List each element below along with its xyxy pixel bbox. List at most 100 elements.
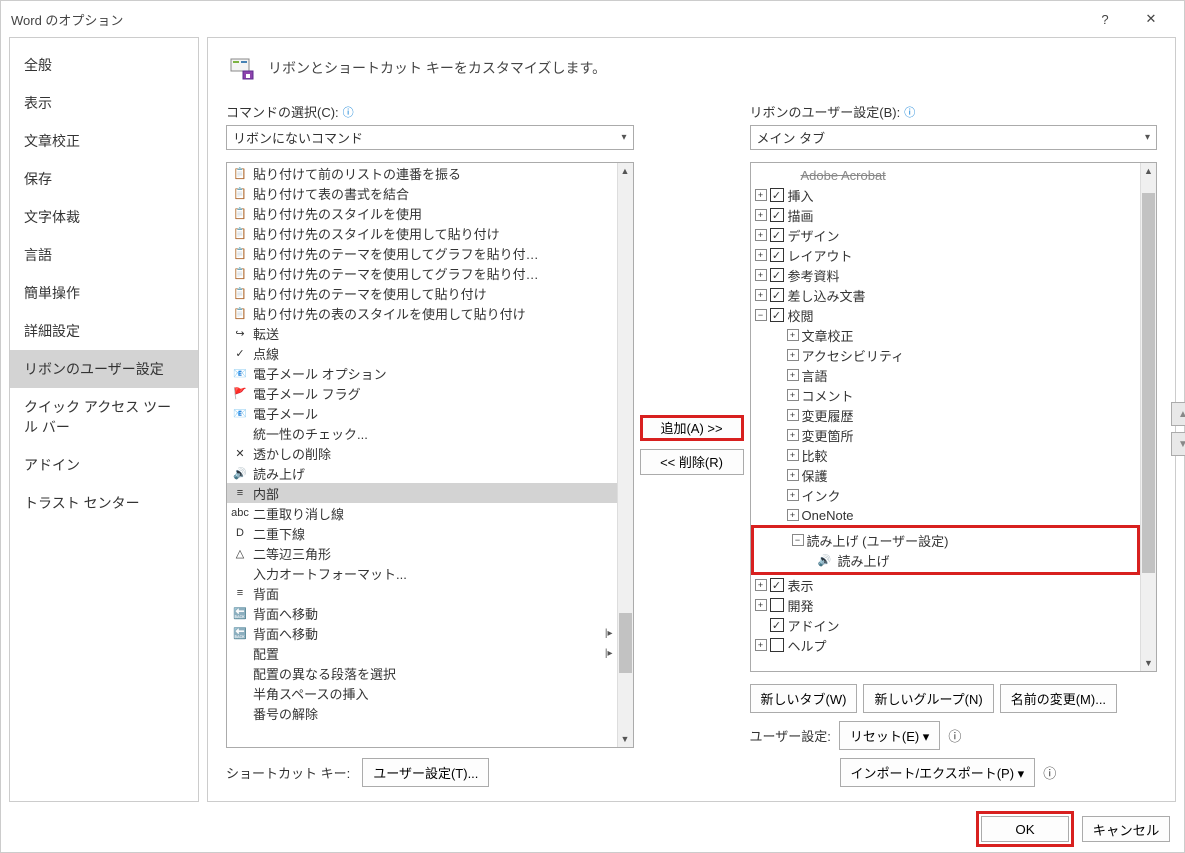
scroll-up-button[interactable]: ▲ bbox=[1141, 163, 1156, 179]
tree-item[interactable]: +✓差し込み文書 bbox=[751, 285, 1141, 305]
command-item[interactable]: D二重下線 bbox=[227, 523, 617, 543]
sidebar-item[interactable]: 簡単操作 bbox=[10, 274, 198, 312]
expand-toggle[interactable]: + bbox=[755, 189, 767, 201]
scroll-down-button[interactable]: ▼ bbox=[1141, 655, 1156, 671]
expand-toggle[interactable]: + bbox=[787, 489, 799, 501]
command-item[interactable]: 半角スペースの挿入 bbox=[227, 683, 617, 703]
new-group-button[interactable]: 新しいグループ(N) bbox=[863, 684, 993, 713]
command-item[interactable]: 統一性のチェック... bbox=[227, 423, 617, 443]
ok-button[interactable]: OK bbox=[981, 816, 1069, 842]
tree-item[interactable]: +インク bbox=[751, 485, 1141, 505]
tree-item[interactable]: +変更履歴 bbox=[751, 405, 1141, 425]
command-item[interactable]: 🚩電子メール フラグ bbox=[227, 383, 617, 403]
tree-item[interactable]: +変更箇所 bbox=[751, 425, 1141, 445]
command-item[interactable]: 番号の解除 bbox=[227, 703, 617, 723]
expand-toggle[interactable]: + bbox=[755, 229, 767, 241]
checkbox[interactable]: ✓ bbox=[770, 228, 784, 242]
sidebar-item[interactable]: トラスト センター bbox=[10, 484, 198, 522]
command-item[interactable]: 📋貼り付け先の表のスタイルを使用して貼り付け bbox=[227, 303, 617, 323]
command-item[interactable]: ↪転送 bbox=[227, 323, 617, 343]
info-icon[interactable]: ⓘ bbox=[1043, 763, 1056, 782]
checkbox[interactable]: ✓ bbox=[770, 188, 784, 202]
expand-toggle[interactable]: + bbox=[787, 429, 799, 441]
command-item[interactable]: 配置|▸ bbox=[227, 643, 617, 663]
checkbox[interactable]: ✓ bbox=[770, 208, 784, 222]
tree-item[interactable]: +✓参考資料 bbox=[751, 265, 1141, 285]
remove-button[interactable]: << 削除(R) bbox=[640, 449, 744, 475]
checkbox[interactable] bbox=[770, 638, 784, 652]
tree-item[interactable]: +✓レイアウト bbox=[751, 245, 1141, 265]
customize-shortcuts-button[interactable]: ユーザー設定(T)... bbox=[362, 758, 489, 787]
tree-command[interactable]: 🔊読み上げ bbox=[756, 550, 1136, 570]
sidebar-item[interactable]: アドイン bbox=[10, 446, 198, 484]
command-item[interactable]: ≡内部 bbox=[227, 483, 617, 503]
expand-toggle[interactable]: + bbox=[755, 579, 767, 591]
scroll-down-button[interactable]: ▼ bbox=[618, 731, 633, 747]
expand-toggle[interactable]: + bbox=[787, 329, 799, 341]
command-item[interactable]: 📋貼り付け先のテーマを使用してグラフを貼り付… bbox=[227, 243, 617, 263]
checkbox[interactable]: ✓ bbox=[770, 308, 784, 322]
sidebar-item[interactable]: 文字体裁 bbox=[10, 198, 198, 236]
tree-item[interactable]: +✓表示 bbox=[751, 575, 1141, 595]
sidebar-item[interactable]: 詳細設定 bbox=[10, 312, 198, 350]
sidebar-item[interactable]: 言語 bbox=[10, 236, 198, 274]
command-item[interactable]: 入力オートフォーマット... bbox=[227, 563, 617, 583]
ribbon-tree[interactable]: Adobe Acrobat+✓挿入+✓描画+✓デザイン+✓レイアウト+✓参考資料… bbox=[750, 162, 1158, 672]
expand-toggle[interactable]: + bbox=[787, 369, 799, 381]
tree-item[interactable]: +✓デザイン bbox=[751, 225, 1141, 245]
sidebar-item[interactable]: 文章校正 bbox=[10, 122, 198, 160]
tree-item[interactable]: +文章校正 bbox=[751, 325, 1141, 345]
scrollbar[interactable]: ▲ ▼ bbox=[617, 163, 633, 747]
checkbox[interactable]: ✓ bbox=[770, 288, 784, 302]
tree-group[interactable]: −読み上げ (ユーザー設定) bbox=[756, 530, 1136, 550]
tree-item[interactable]: +アクセシビリティ bbox=[751, 345, 1141, 365]
scroll-thumb[interactable] bbox=[619, 613, 632, 673]
expand-toggle[interactable]: + bbox=[755, 269, 767, 281]
rename-button[interactable]: 名前の変更(M)... bbox=[1000, 684, 1117, 713]
command-item[interactable]: ≡背面 bbox=[227, 583, 617, 603]
checkbox[interactable]: ✓ bbox=[770, 248, 784, 262]
tree-item[interactable]: +コメント bbox=[751, 385, 1141, 405]
command-item[interactable]: 📧電子メール bbox=[227, 403, 617, 423]
command-item[interactable]: 📋貼り付け先のテーマを使用して貼り付け bbox=[227, 283, 617, 303]
ribbon-tabs-dropdown[interactable]: メイン タブ bbox=[750, 125, 1158, 150]
tree-item[interactable]: +ヘルプ bbox=[751, 635, 1141, 655]
checkbox[interactable] bbox=[770, 598, 784, 612]
expand-toggle[interactable]: + bbox=[787, 469, 799, 481]
command-item[interactable]: ✕透かしの削除 bbox=[227, 443, 617, 463]
command-item[interactable]: 📋貼り付け先のテーマを使用してグラフを貼り付… bbox=[227, 263, 617, 283]
sidebar-item[interactable]: 全般 bbox=[10, 46, 198, 84]
expand-toggle[interactable]: + bbox=[787, 409, 799, 421]
tree-item[interactable]: +OneNote bbox=[751, 505, 1141, 525]
move-up-button[interactable]: ▲ bbox=[1171, 402, 1185, 426]
scrollbar[interactable]: ▲ ▼ bbox=[1140, 163, 1156, 671]
command-item[interactable]: 🔙背面へ移動|▸ bbox=[227, 623, 617, 643]
reset-button[interactable]: リセット(E) ▾ bbox=[839, 721, 940, 750]
checkbox[interactable]: ✓ bbox=[770, 578, 784, 592]
expand-toggle[interactable]: − bbox=[755, 309, 767, 321]
tree-item[interactable]: +言語 bbox=[751, 365, 1141, 385]
scroll-up-button[interactable]: ▲ bbox=[618, 163, 633, 179]
expand-toggle[interactable]: + bbox=[787, 509, 799, 521]
info-icon[interactable]: ⓘ bbox=[948, 726, 961, 745]
command-item[interactable]: 🔙背面へ移動 bbox=[227, 603, 617, 623]
expand-toggle[interactable]: + bbox=[787, 349, 799, 361]
tree-item[interactable]: ✓アドイン bbox=[751, 615, 1141, 635]
import-export-button[interactable]: インポート/エクスポート(P) ▾ bbox=[840, 758, 1036, 787]
command-item[interactable]: 📋貼り付け先のスタイルを使用 bbox=[227, 203, 617, 223]
sidebar-item[interactable]: 保存 bbox=[10, 160, 198, 198]
command-item[interactable]: 📋貼り付けて表の書式を結合 bbox=[227, 183, 617, 203]
expand-toggle[interactable]: − bbox=[792, 534, 804, 546]
command-source-dropdown[interactable]: リボンにないコマンド bbox=[226, 125, 634, 150]
expand-toggle[interactable]: + bbox=[755, 249, 767, 261]
tree-item[interactable]: +比較 bbox=[751, 445, 1141, 465]
expand-toggle[interactable]: + bbox=[755, 639, 767, 651]
tree-item[interactable]: −✓校閲 bbox=[751, 305, 1141, 325]
expand-toggle[interactable]: + bbox=[787, 389, 799, 401]
command-item[interactable]: 🔊読み上げ bbox=[227, 463, 617, 483]
command-item[interactable]: 📧電子メール オプション bbox=[227, 363, 617, 383]
commands-listbox[interactable]: 📋貼り付けて前のリストの連番を振る📋貼り付けて表の書式を結合📋貼り付け先のスタイ… bbox=[226, 162, 634, 748]
command-item[interactable]: 📋貼り付けて前のリストの連番を振る bbox=[227, 163, 617, 183]
checkbox[interactable]: ✓ bbox=[770, 618, 784, 632]
tree-item[interactable]: +開発 bbox=[751, 595, 1141, 615]
